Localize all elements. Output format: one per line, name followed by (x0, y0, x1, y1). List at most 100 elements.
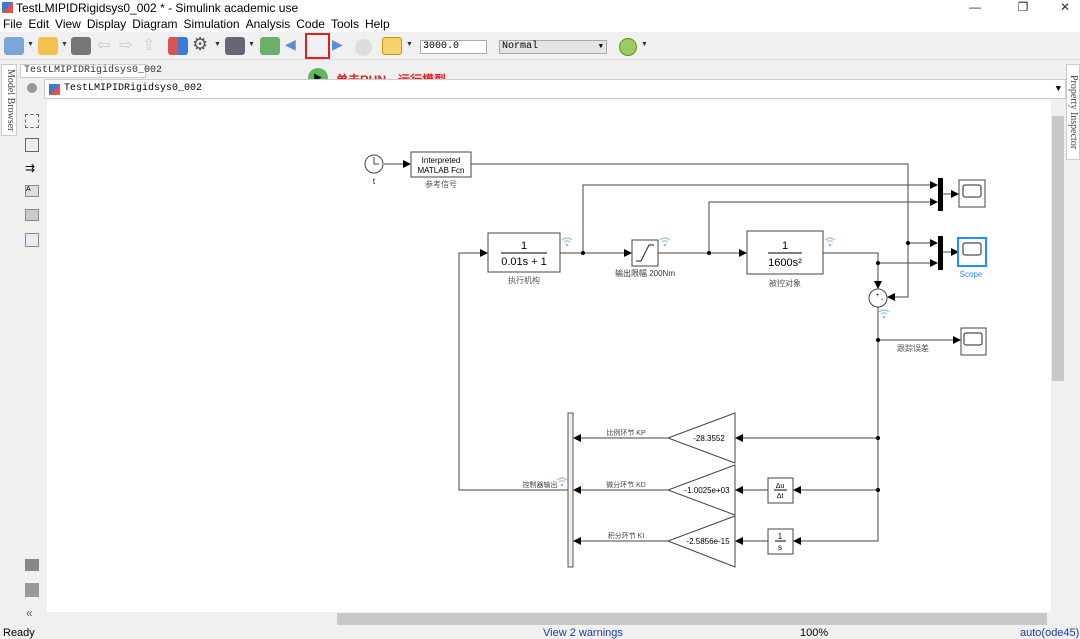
dropdown-arrow-icon[interactable]: ▼ (248, 41, 255, 48)
plant-transfer-fcn-block[interactable]: 1 1600s² (746, 230, 824, 275)
derivative-num: Δu (776, 483, 785, 490)
run-highlight-box (305, 33, 330, 59)
annotation-icon[interactable]: A (25, 185, 39, 197)
menu-analysis[interactable]: Analysis (243, 16, 294, 32)
save-icon[interactable] (71, 37, 91, 55)
maximize-button[interactable]: ❐ (1008, 0, 1038, 16)
sum-bus-block[interactable] (567, 412, 574, 568)
gain-block-ki[interactable]: -2.5856e-15 (666, 515, 736, 568)
mux-block[interactable] (938, 178, 943, 211)
forward-icon[interactable]: ⇨ (119, 35, 139, 54)
model-advisor-check-icon[interactable] (619, 38, 637, 56)
gain-block-kd[interactable]: -1.0025e+03 (666, 464, 736, 516)
menu-edit[interactable]: Edit (25, 16, 52, 32)
integrator-num: 1 (778, 532, 783, 541)
zoom-icon[interactable] (25, 114, 39, 128)
breadcrumb-dropdown-icon[interactable]: ▼ (1056, 80, 1061, 98)
matlab-fcn-block[interactable]: Interpreted MATLAB Fcn (410, 151, 472, 178)
integrator-block[interactable]: 1 s (767, 528, 794, 555)
solver-link[interactable]: auto(ode45) (1020, 627, 1079, 639)
property-inspector-tab[interactable]: Property Inspector (1066, 64, 1080, 160)
scope-label: Scope (960, 270, 983, 279)
controller-output-label: 控制器输出 (523, 480, 558, 489)
sum-sign: + (876, 293, 880, 299)
dropdown-arrow-icon[interactable]: ▼ (27, 41, 34, 48)
derivative-den: Δt (777, 493, 784, 500)
derivative-block[interactable]: Δu Δt (767, 477, 794, 504)
tf-denominator: 1600s² (768, 257, 802, 269)
menu-tools[interactable]: Tools (328, 16, 362, 32)
kd-label: 微分环节 KD (606, 480, 646, 489)
simulation-mode-value: Normal (502, 41, 539, 52)
error-scope-block[interactable] (960, 327, 987, 356)
saturation-block[interactable] (631, 239, 659, 267)
menu-view[interactable]: View (52, 16, 84, 32)
close-button[interactable]: ✕ (1050, 0, 1080, 16)
stop-button[interactable] (355, 39, 372, 56)
scope-block[interactable] (958, 179, 986, 208)
collapse-icon[interactable]: « (26, 606, 33, 620)
update-diagram-icon[interactable] (260, 37, 280, 55)
fit-to-view-icon[interactable] (25, 138, 39, 152)
title-bar: TestLMIPIDRigidsys0_002 * - Simulink aca… (0, 0, 1080, 16)
view-warnings-link[interactable]: View 2 warnings (543, 627, 623, 639)
menu-simulation[interactable]: Simulation (181, 16, 243, 32)
fcn-label: 参考信号 (425, 179, 457, 189)
window-title: TestLMIPIDRigidsys0_002 * - Simulink aca… (16, 1, 299, 15)
dropdown-arrow-icon[interactable]: ▼ (214, 41, 221, 48)
area-icon[interactable] (25, 233, 39, 247)
model-tab[interactable]: TestLMIPIDRigidsys0_002 (20, 64, 162, 78)
menu-display[interactable]: Display (84, 16, 129, 32)
model-explorer-icon[interactable] (225, 37, 245, 55)
dropdown-arrow-icon[interactable]: ▼ (61, 41, 68, 48)
open-folder-icon[interactable] (38, 37, 58, 55)
scope-block-selected[interactable] (957, 237, 987, 267)
error-label: 跟踪误差 (897, 343, 929, 353)
tf-denominator: 0.01s + 1 (501, 256, 547, 268)
route-lines-icon[interactable]: ⇉ (25, 161, 35, 175)
up-icon[interactable]: ⇧ (142, 35, 162, 54)
menu-diagram[interactable]: Diagram (129, 16, 180, 32)
hide-show-explorer-icon[interactable] (27, 83, 37, 93)
zoom-level: 100% (800, 627, 829, 639)
clock-label: t (373, 177, 376, 186)
step-back-icon[interactable]: ◀ (285, 36, 305, 54)
screenshot-icon[interactable] (25, 559, 39, 571)
back-icon[interactable]: ⇦ (97, 35, 117, 54)
minimize-button[interactable]: — (960, 0, 990, 16)
library-browser-icon[interactable] (168, 37, 188, 55)
clock-block[interactable] (364, 154, 384, 174)
scrollbar-thumb[interactable] (337, 613, 1047, 625)
actuator-transfer-fcn-block[interactable]: 1 0.01s + 1 (487, 232, 561, 273)
fcn-text: MATLAB Fcn (418, 166, 465, 175)
simulation-mode-select[interactable]: Normal ▼ (499, 40, 607, 54)
menu-code[interactable]: Code (293, 16, 328, 32)
stop-time-input[interactable]: 3000.0 (420, 40, 487, 54)
step-forward-icon[interactable]: ▶ (332, 36, 352, 54)
menu-file[interactable]: File (0, 16, 25, 32)
new-model-icon[interactable] (4, 37, 24, 55)
model-browser-tab[interactable]: Model Browser (1, 64, 17, 136)
menu-bar: File Edit View Display Diagram Simulation Anal… (0, 16, 1080, 32)
signal-logging-icon (824, 237, 836, 247)
signal-logging-icon (659, 237, 671, 247)
gear-icon[interactable]: ⚙ (192, 34, 212, 54)
dropdown-arrow-icon[interactable]: ▼ (406, 41, 413, 48)
image-icon[interactable] (25, 209, 39, 221)
signal-logging-icon (556, 477, 568, 487)
scope-viewer-icon[interactable] (382, 37, 402, 55)
vertical-scrollbar[interactable] (1051, 100, 1065, 612)
sum-block[interactable]: + - (868, 288, 888, 308)
status-bar: Ready View 2 warnings 100% auto(ode45) (0, 627, 1080, 639)
diagram-canvas[interactable]: t Interpreted MATLAB Fcn 参考信号 1 0.01s + … (47, 100, 1051, 612)
signal-logging-icon (561, 237, 573, 247)
toolbar: ▼ ▼ ⇦ ⇨ ⇧ ⚙ ▼ ▼ ◀ ▶ ▶ ▼ 3000.0 Normal ▼ ▼ (0, 32, 1080, 88)
gain-block-kp[interactable]: -28.3552 (666, 412, 736, 464)
scrollbar-thumb[interactable] (1052, 116, 1064, 381)
menu-help[interactable]: Help (362, 16, 393, 32)
mux-block[interactable] (938, 236, 943, 270)
model-data-icon[interactable] (25, 583, 39, 597)
dropdown-arrow-icon[interactable]: ▼ (641, 41, 648, 48)
breadcrumb-item[interactable]: TestLMIPIDRigidsys0_002 (64, 83, 202, 94)
horizontal-scrollbar[interactable] (47, 612, 1051, 626)
